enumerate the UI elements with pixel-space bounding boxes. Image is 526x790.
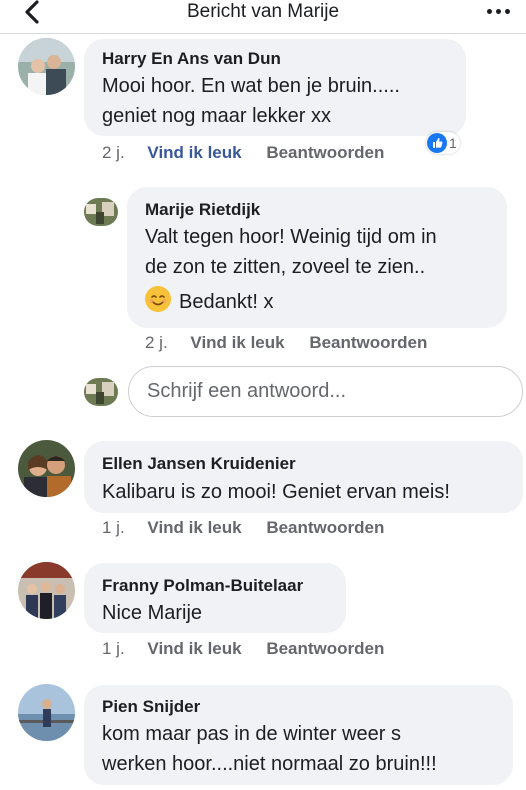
more-dot-icon (496, 9, 501, 14)
comment-meta: 1 j. Vind ik leuk Beantwoorden (102, 639, 384, 659)
comment-time[interactable]: 1 j. (102, 518, 125, 537)
comment-time[interactable]: 2 j. (145, 333, 168, 352)
more-dot-icon (487, 9, 492, 14)
like-link[interactable]: Vind ik leuk (147, 518, 241, 537)
comment-time[interactable]: 1 j. (102, 639, 125, 658)
reply-link[interactable]: Beantwoorden (266, 639, 384, 658)
more-options-button[interactable] (480, 0, 516, 27)
comment-text: Valt tegen hoor! Weinig tijd om in (145, 226, 437, 248)
avatar-photo (84, 198, 118, 226)
reply-link[interactable]: Beantwoorden (309, 333, 427, 352)
avatar[interactable] (84, 198, 118, 226)
top-bar: Bericht van Marije (0, 0, 526, 34)
comment-author[interactable]: Ellen Jansen Kruidenier (102, 454, 296, 474)
comment-text-line: Bedankt! x (145, 286, 274, 317)
thumbs-up-icon (427, 133, 447, 153)
avatar-photo (18, 38, 75, 95)
comment-author[interactable]: Harry En Ans van Dun (102, 49, 281, 69)
comment-meta: 2 j. Vind ik leuk Beantwoorden (102, 143, 384, 163)
comment-text: Bedankt! x (179, 291, 274, 313)
comment-text: geniet nog maar lekker xx (102, 105, 332, 127)
reply-input[interactable] (128, 366, 523, 417)
more-dot-icon (505, 9, 510, 14)
comment-author[interactable]: Pien Snijder (102, 697, 200, 717)
comment-text: de zon te zitten, zoveel te zien.. (145, 256, 426, 278)
reply-link[interactable]: Beantwoorden (266, 518, 384, 537)
page-title: Bericht van Marije (186, 1, 340, 22)
avatar-photo (84, 378, 118, 406)
avatar[interactable] (18, 440, 75, 497)
avatar[interactable] (18, 684, 75, 741)
like-link[interactable]: Vind ik leuk (147, 143, 241, 162)
smiling-emoji-icon (145, 286, 171, 312)
comment-text: kom maar pas in de winter weer s (102, 723, 402, 745)
avatar-photo (18, 440, 75, 497)
avatar[interactable] (18, 38, 75, 95)
comment-text: werken hoor....niet normaal zo bruin!!! (102, 753, 437, 775)
comment-meta: 2 j. Vind ik leuk Beantwoorden (145, 333, 427, 353)
comment-time[interactable]: 2 j. (102, 143, 125, 162)
avatar-photo (18, 562, 75, 619)
avatar[interactable] (18, 562, 75, 619)
comment-author[interactable]: Marije Rietdijk (145, 200, 260, 220)
comment-meta: 1 j. Vind ik leuk Beantwoorden (102, 518, 384, 538)
reply-link[interactable]: Beantwoorden (266, 143, 384, 162)
reaction-badge[interactable]: 1 (426, 132, 460, 154)
comment-text: Kalibaru is zo mooi! Geniet ervan meis! (102, 481, 450, 503)
comment-author[interactable]: Franny Polman-Buitelaar (102, 576, 303, 596)
reaction-count: 1 (449, 135, 457, 151)
avatar-photo (18, 684, 75, 741)
like-link[interactable]: Vind ik leuk (147, 639, 241, 658)
comment-text: Nice Marije (102, 602, 203, 624)
comment-text: Mooi hoor. En wat ben je bruin..... (102, 75, 400, 97)
like-link[interactable]: Vind ik leuk (190, 333, 284, 352)
avatar (84, 378, 118, 406)
